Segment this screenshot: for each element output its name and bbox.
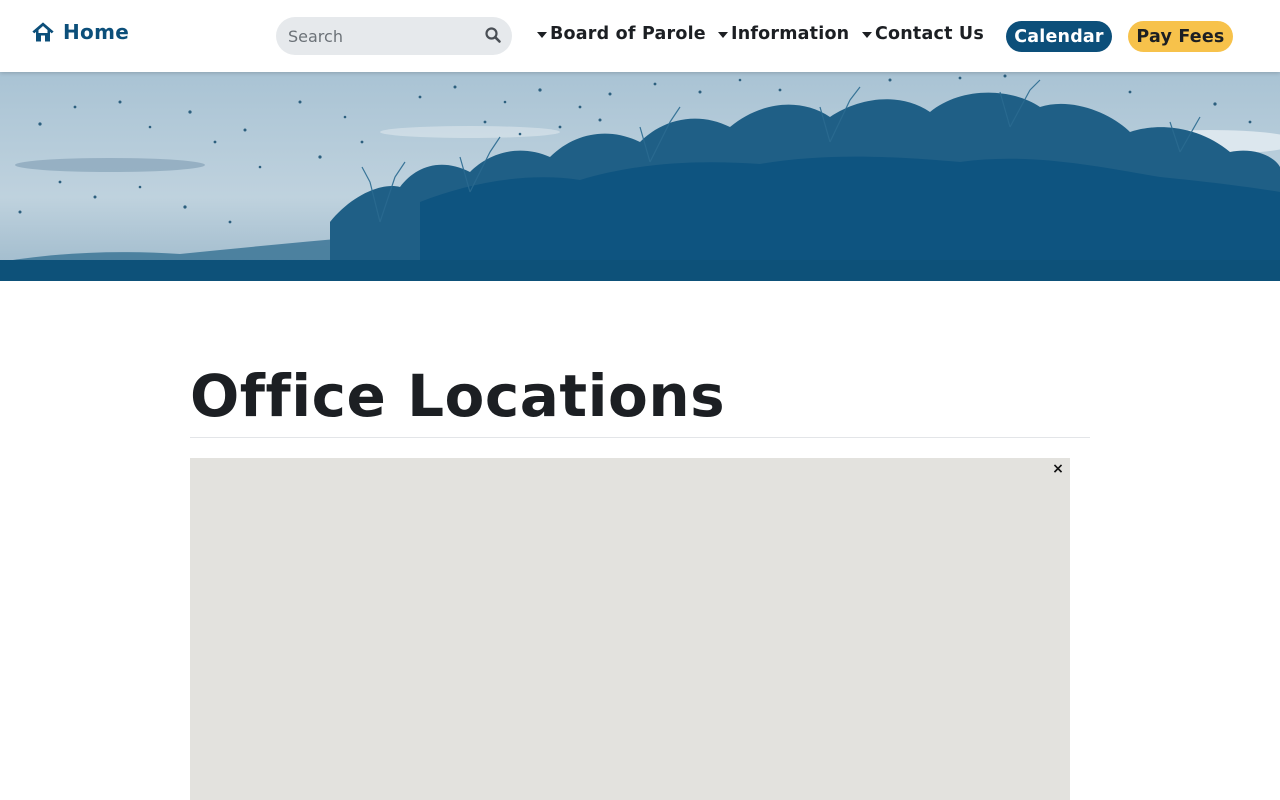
- caret-down-icon: [862, 32, 872, 38]
- caret-down-icon: [718, 32, 728, 38]
- home-link[interactable]: Home: [31, 20, 129, 44]
- title-divider: [190, 437, 1090, 438]
- nav-information[interactable]: Information: [718, 24, 849, 44]
- nav-contact-us[interactable]: Contact Us: [862, 24, 984, 44]
- office-locations-map[interactable]: ×: [190, 458, 1070, 800]
- nav-label: Contact Us: [875, 24, 984, 44]
- pay-fees-button[interactable]: Pay Fees: [1128, 21, 1233, 52]
- home-icon: [32, 22, 54, 42]
- search-input[interactable]: [276, 18, 466, 54]
- hero-landscape-image: [0, 72, 1280, 281]
- page-title: Office Locations: [190, 362, 726, 430]
- search-icon[interactable]: [484, 26, 502, 44]
- site-header: Home Board of Parole Information Contact…: [0, 0, 1280, 72]
- nav-label: Information: [731, 24, 850, 44]
- nav-board-of-parole[interactable]: Board of Parole: [537, 24, 706, 44]
- nav-label: Board of Parole: [550, 24, 706, 44]
- search-box: [276, 17, 512, 55]
- hero-banner: [0, 72, 1280, 281]
- close-icon[interactable]: ×: [1050, 461, 1066, 477]
- home-label: Home: [63, 20, 130, 44]
- caret-down-icon: [537, 32, 547, 38]
- calendar-button[interactable]: Calendar: [1006, 21, 1112, 52]
